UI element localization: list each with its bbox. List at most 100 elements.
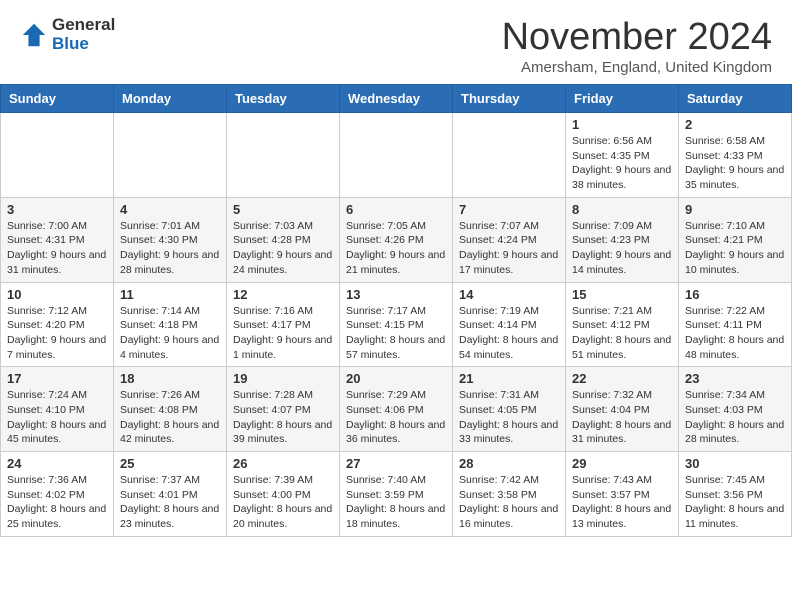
calendar-cell: 19 Sunrise: 7:28 AM Sunset: 4:07 PM Dayli… — [227, 367, 340, 452]
day-info: Sunrise: 7:43 AM Sunset: 3:57 PM Dayligh… — [572, 473, 672, 532]
day-info: Sunrise: 7:19 AM Sunset: 4:14 PM Dayligh… — [459, 304, 559, 363]
day-number: 16 — [685, 287, 785, 302]
calendar-cell: 27 Sunrise: 7:40 AM Sunset: 3:59 PM Dayli… — [340, 452, 453, 537]
day-info: Sunrise: 7:07 AM Sunset: 4:24 PM Dayligh… — [459, 219, 559, 278]
calendar-week-2: 3Sunrise: 7:00 AM Sunset: 4:31 PM Daylig… — [1, 197, 792, 282]
day-info: Sunrise: 7:05 AM Sunset: 4:26 PM Dayligh… — [346, 219, 446, 278]
day-number: 7 — [459, 202, 559, 217]
day-number: 9 — [685, 202, 785, 217]
weekday-header-tuesday: Tuesday — [227, 85, 340, 113]
calendar-week-4: 17 Sunrise: 7:24 AM Sunset: 4:10 PM Dayli… — [1, 367, 792, 452]
day-info: Sunrise: 7:28 AM Sunset: 4:07 PM Dayligh… — [233, 388, 333, 447]
day-number: 18 — [120, 371, 220, 386]
day-info: Sunrise: 7:39 AM Sunset: 4:00 PM Dayligh… — [233, 473, 333, 532]
day-number: 28 — [459, 456, 559, 471]
calendar-week-1: 1Sunrise: 6:56 AM Sunset: 4:35 PM Daylig… — [1, 113, 792, 198]
day-number: 20 — [346, 371, 446, 386]
weekday-header-sunday: Sunday — [1, 85, 114, 113]
day-info: Sunrise: 7:36 AM Sunset: 4:02 PM Dayligh… — [7, 473, 107, 532]
calendar-cell: 11 Sunrise: 7:14 AM Sunset: 4:18 PM Dayli… — [114, 282, 227, 367]
logo-text: General Blue — [52, 16, 115, 53]
day-info: Sunrise: 7:26 AM Sunset: 4:08 PM Dayligh… — [120, 388, 220, 447]
day-number: 12 — [233, 287, 333, 302]
day-info: Sunrise: 7:00 AM Sunset: 4:31 PM Dayligh… — [7, 219, 107, 278]
day-number: 19 — [233, 371, 333, 386]
day-info: Sunrise: 7:42 AM Sunset: 3:58 PM Dayligh… — [459, 473, 559, 532]
logo-icon — [20, 21, 48, 49]
calendar-cell: 26 Sunrise: 7:39 AM Sunset: 4:00 PM Dayli… — [227, 452, 340, 537]
logo: General Blue — [20, 16, 115, 53]
day-info: Sunrise: 7:29 AM Sunset: 4:06 PM Dayligh… — [346, 388, 446, 447]
day-number: 30 — [685, 456, 785, 471]
calendar-cell: 29Sunrise: 7:43 AM Sunset: 3:57 PM Dayli… — [566, 452, 679, 537]
day-number: 8 — [572, 202, 672, 217]
day-info: Sunrise: 7:12 AM Sunset: 4:20 PM Dayligh… — [7, 304, 107, 363]
page-header: General Blue November 2024 Amersham, Eng… — [0, 0, 792, 84]
day-info: Sunrise: 7:16 AM Sunset: 4:17 PM Dayligh… — [233, 304, 333, 363]
day-info: Sunrise: 7:03 AM Sunset: 4:28 PM Dayligh… — [233, 219, 333, 278]
calendar-cell: 25 Sunrise: 7:37 AM Sunset: 4:01 PM Dayli… — [114, 452, 227, 537]
calendar-cell: 17 Sunrise: 7:24 AM Sunset: 4:10 PM Dayli… — [1, 367, 114, 452]
weekday-header-saturday: Saturday — [679, 85, 792, 113]
day-info: Sunrise: 7:09 AM Sunset: 4:23 PM Dayligh… — [572, 219, 672, 278]
day-number: 6 — [346, 202, 446, 217]
day-info: Sunrise: 7:22 AM Sunset: 4:11 PM Dayligh… — [685, 304, 785, 363]
calendar-cell: 14 Sunrise: 7:19 AM Sunset: 4:14 PM Dayli… — [453, 282, 566, 367]
day-number: 24 — [7, 456, 107, 471]
calendar-cell: 4Sunrise: 7:01 AM Sunset: 4:30 PM Daylig… — [114, 197, 227, 282]
day-info: Sunrise: 7:40 AM Sunset: 3:59 PM Dayligh… — [346, 473, 446, 532]
day-info: Sunrise: 7:10 AM Sunset: 4:21 PM Dayligh… — [685, 219, 785, 278]
calendar-cell: 20 Sunrise: 7:29 AM Sunset: 4:06 PM Dayli… — [340, 367, 453, 452]
day-number: 10 — [7, 287, 107, 302]
calendar-cell — [453, 113, 566, 198]
calendar-cell: 3Sunrise: 7:00 AM Sunset: 4:31 PM Daylig… — [1, 197, 114, 282]
weekday-header-monday: Monday — [114, 85, 227, 113]
day-info: Sunrise: 7:37 AM Sunset: 4:01 PM Dayligh… — [120, 473, 220, 532]
calendar-cell: 22 Sunrise: 7:32 AM Sunset: 4:04 PM Dayli… — [566, 367, 679, 452]
weekday-header-thursday: Thursday — [453, 85, 566, 113]
day-info: Sunrise: 7:32 AM Sunset: 4:04 PM Dayligh… — [572, 388, 672, 447]
day-info: Sunrise: 6:58 AM Sunset: 4:33 PM Dayligh… — [685, 134, 785, 193]
month-title: November 2024 — [502, 16, 772, 59]
day-info: Sunrise: 7:14 AM Sunset: 4:18 PM Dayligh… — [120, 304, 220, 363]
day-number: 27 — [346, 456, 446, 471]
calendar-cell — [227, 113, 340, 198]
calendar-week-5: 24 Sunrise: 7:36 AM Sunset: 4:02 PM Dayli… — [1, 452, 792, 537]
title-section: November 2024 Amersham, England, United … — [502, 16, 772, 76]
day-info: Sunrise: 7:31 AM Sunset: 4:05 PM Dayligh… — [459, 388, 559, 447]
calendar-cell — [1, 113, 114, 198]
day-number: 21 — [459, 371, 559, 386]
day-number: 1 — [572, 117, 672, 132]
calendar-cell — [340, 113, 453, 198]
day-number: 26 — [233, 456, 333, 471]
calendar-cell: 28 Sunrise: 7:42 AM Sunset: 3:58 PM Dayli… — [453, 452, 566, 537]
day-info: Sunrise: 7:45 AM Sunset: 3:56 PM Dayligh… — [685, 473, 785, 532]
calendar-header-row: SundayMondayTuesdayWednesdayThursdayFrid… — [1, 85, 792, 113]
location: Amersham, England, United Kingdom — [502, 59, 772, 76]
day-number: 22 — [572, 371, 672, 386]
logo-general: General — [52, 16, 115, 35]
day-number: 14 — [459, 287, 559, 302]
calendar-cell: 2 Sunrise: 6:58 AM Sunset: 4:33 PM Daylig… — [679, 113, 792, 198]
day-number: 17 — [7, 371, 107, 386]
day-info: Sunrise: 7:34 AM Sunset: 4:03 PM Dayligh… — [685, 388, 785, 447]
calendar-cell: 5 Sunrise: 7:03 AM Sunset: 4:28 PM Daylig… — [227, 197, 340, 282]
calendar-table: SundayMondayTuesdayWednesdayThursdayFrid… — [0, 84, 792, 537]
day-number: 25 — [120, 456, 220, 471]
day-number: 11 — [120, 287, 220, 302]
calendar-cell: 6 Sunrise: 7:05 AM Sunset: 4:26 PM Daylig… — [340, 197, 453, 282]
calendar-cell: 21 Sunrise: 7:31 AM Sunset: 4:05 PM Dayli… — [453, 367, 566, 452]
day-info: Sunrise: 7:01 AM Sunset: 4:30 PM Dayligh… — [120, 219, 220, 278]
calendar-cell: 15 Sunrise: 7:21 AM Sunset: 4:12 PM Dayli… — [566, 282, 679, 367]
calendar-cell: 24 Sunrise: 7:36 AM Sunset: 4:02 PM Dayli… — [1, 452, 114, 537]
calendar-cell: 30 Sunrise: 7:45 AM Sunset: 3:56 PM Dayli… — [679, 452, 792, 537]
calendar-cell: 1Sunrise: 6:56 AM Sunset: 4:35 PM Daylig… — [566, 113, 679, 198]
day-info: Sunrise: 7:24 AM Sunset: 4:10 PM Dayligh… — [7, 388, 107, 447]
day-number: 5 — [233, 202, 333, 217]
calendar-cell: 18 Sunrise: 7:26 AM Sunset: 4:08 PM Dayli… — [114, 367, 227, 452]
day-number: 15 — [572, 287, 672, 302]
day-info: Sunrise: 7:21 AM Sunset: 4:12 PM Dayligh… — [572, 304, 672, 363]
calendar-cell: 16 Sunrise: 7:22 AM Sunset: 4:11 PM Dayli… — [679, 282, 792, 367]
calendar-cell: 23Sunrise: 7:34 AM Sunset: 4:03 PM Dayli… — [679, 367, 792, 452]
day-number: 2 — [685, 117, 785, 132]
